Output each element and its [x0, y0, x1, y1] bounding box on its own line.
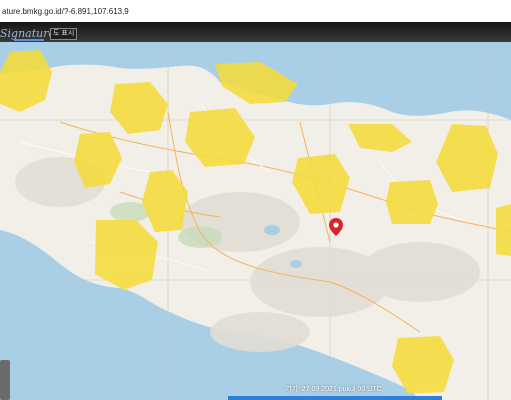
zone-12: [496, 204, 511, 256]
valid-time-label: 기기, 27 09 2021 pukul 00 UTC: [285, 386, 382, 393]
brand-underline: [14, 39, 44, 41]
map-pin-icon[interactable]: [329, 218, 343, 236]
bottom-action-bar[interactable]: [228, 396, 442, 400]
display-toggle-badge[interactable]: 도 표시: [50, 28, 78, 40]
side-panel-handle[interactable]: [0, 360, 10, 400]
zone-10: [386, 180, 438, 224]
app-header: Signature 도 표시: [0, 22, 511, 42]
browser-address-bar[interactable]: ature.bmkg.go.id/?-6.891,107.613,9: [0, 0, 511, 23]
map-canvas: [0, 42, 511, 400]
map-view[interactable]: [0, 42, 511, 400]
url-text[interactable]: ature.bmkg.go.id/?-6.891,107.613,9: [0, 7, 129, 16]
